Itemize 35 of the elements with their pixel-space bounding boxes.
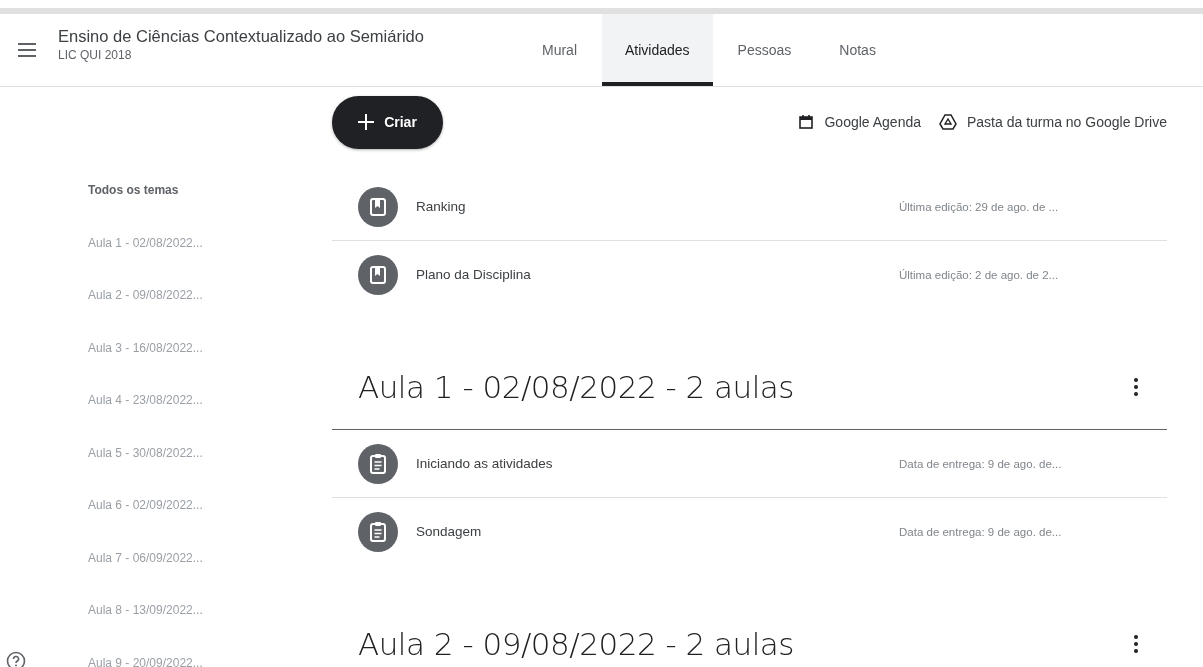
toolbar-link[interactable]: Google Agenda (798, 114, 921, 130)
activity-date: Última edição: 29 de ago. de ... (899, 200, 1060, 213)
more-icon[interactable] (1133, 377, 1139, 397)
class-title: Ensino de Ciências Contextualizado ao Semiárido (58, 26, 425, 46)
topic-heading: Aula 2 - 09/08/2022 - 2 aulas (358, 626, 795, 662)
activity-date: Última edição: 2 de ago. de 2... (899, 268, 1060, 281)
activity-date: Data de entrega: 9 de ago. de... (899, 525, 1063, 538)
assignment-icon (358, 443, 398, 484)
activity-title: Iniciando as atividades (416, 456, 554, 471)
topic-link[interactable]: Todos os temas (88, 183, 179, 236)
activity-row[interactable]: Plano da Disciplina Última edição: 2 de ago. de 2... (332, 241, 1167, 308)
activity-date: Data de entrega: 9 de ago. de... (899, 457, 1063, 470)
class-section: LIC QUI 2018 (58, 47, 478, 62)
tab[interactable]: Notas (816, 14, 899, 86)
more-icon[interactable] (1133, 634, 1139, 654)
drive-icon (939, 114, 957, 130)
calendar-icon (798, 114, 815, 130)
activity-title: Ranking (416, 199, 467, 214)
tab[interactable]: Pessoas (714, 14, 815, 86)
tab[interactable]: Mural (519, 14, 600, 86)
topic-heading: Aula 1 - 02/08/2022 - 2 aulas (358, 369, 795, 405)
activity-row[interactable]: Ranking Última edição: 29 de ago. de ... (332, 173, 1167, 241)
activity-title: Sondagem (416, 524, 483, 539)
create-button[interactable]: Criar (332, 95, 443, 149)
material-icon (358, 254, 398, 295)
activity-row[interactable]: Iniciando as atividades Data de entrega: 9 de ago. de... (332, 430, 1167, 498)
plus-icon (358, 114, 375, 130)
activity-title: Plano da Disciplina (416, 267, 532, 282)
material-icon (358, 186, 398, 227)
toolbar-link[interactable]: Pasta da turma no Google Drive (939, 114, 1167, 130)
menu-icon[interactable] (18, 43, 36, 57)
assignment-icon (358, 511, 398, 552)
activity-row[interactable]: Sondagem Data de entrega: 9 de ago. de... (332, 498, 1167, 565)
help-icon[interactable] (6, 651, 26, 667)
tab[interactable]: Atividades (602, 14, 713, 86)
